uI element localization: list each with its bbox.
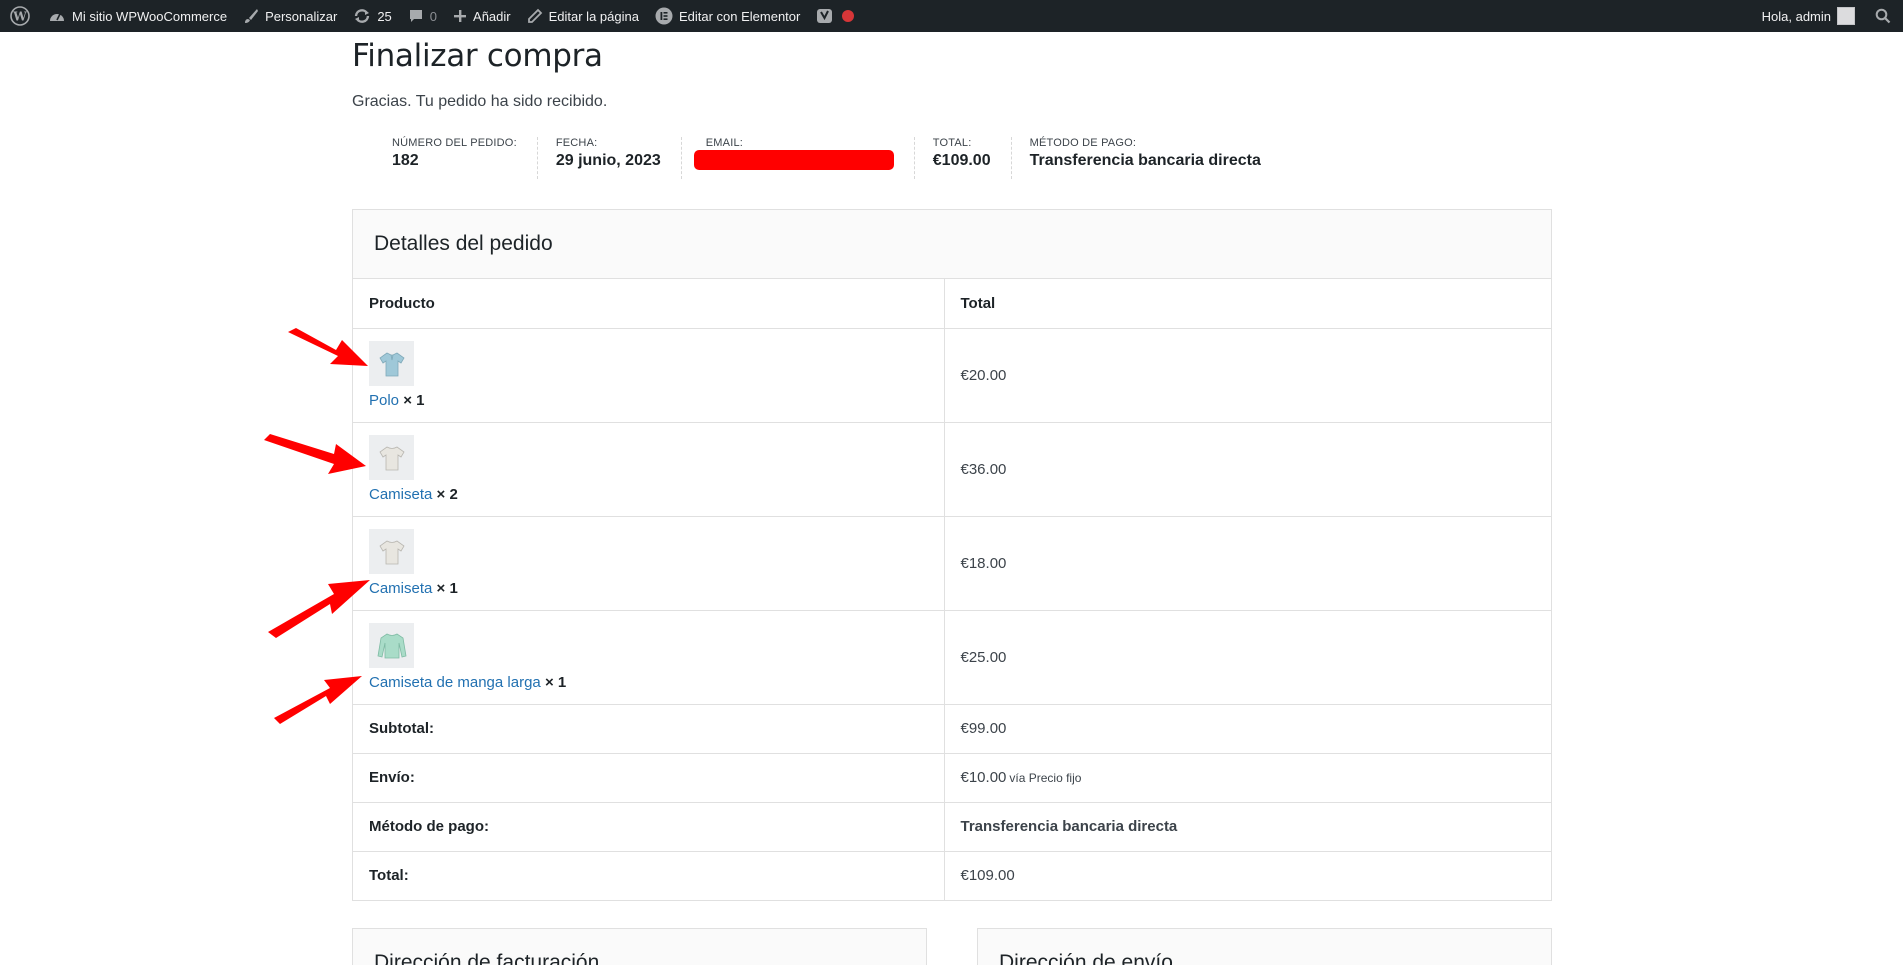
customize-label: Personalizar [265, 8, 338, 24]
overview-label: Fecha: [555, 137, 598, 150]
shipping-method-note: vía Precio fijo [1009, 771, 1082, 786]
admin-bar: W Mi sitio WPWooCommerce Personalizar 25 [0, 0, 1903, 32]
column-header-total: Total [944, 279, 1551, 329]
comment-icon [408, 8, 424, 24]
comments-count: 0 [429, 8, 438, 24]
overview-label: Email: [705, 137, 744, 150]
customize-link[interactable]: Personalizar [235, 0, 345, 32]
totals-row-subtotal: Subtotal: €99.00 [353, 704, 1551, 754]
totals-value: Transferencia bancaria directa [944, 802, 1551, 852]
greeting-label: Hola, admin [1761, 8, 1831, 24]
table-row: Polo × 1 €20.00 [353, 328, 1551, 423]
updates-link[interactable]: 25 [345, 0, 399, 32]
yoast-seo-menu[interactable] [808, 0, 862, 32]
overview-value: Transferencia bancaria directa [1029, 152, 1261, 170]
addresses-section: Dirección de facturación Dirección de en… [352, 928, 1552, 965]
order-details-table: Producto Total Polo × 1 €20.00 Camiseta … [353, 279, 1551, 901]
billing-address-heading: Dirección de facturación [352, 928, 927, 965]
wordpress-logo-button[interactable]: W [0, 0, 40, 32]
add-new-label: Añadir [473, 8, 511, 24]
edit-elementor-label: Editar con Elementor [678, 8, 801, 24]
product-link[interactable]: Camiseta [369, 486, 432, 503]
main-content: Finalizar compra Gracias. Tu pedido ha s… [352, 32, 1552, 902]
edit-page-link[interactable]: Editar la página [519, 0, 647, 32]
overview-label: Total: [932, 137, 972, 150]
svg-text:W: W [12, 10, 27, 24]
updates-count: 25 [377, 8, 392, 24]
page-title: Finalizar compra [352, 38, 603, 74]
annotation-arrow-icon [288, 328, 368, 366]
table-row: Camiseta de manga larga × 1 €25.00 [353, 610, 1551, 705]
totals-row-shipping: Envío: €10.00 vía Precio fijo [353, 753, 1551, 803]
shipping-address-heading: Dirección de envío [977, 928, 1552, 965]
overview-total: Total: €109.00 [915, 137, 1012, 180]
totals-label: Total: [353, 851, 945, 901]
overview-order-number: Número del pedido: 182 [374, 137, 538, 180]
totals-value: €99.00 [944, 704, 1551, 754]
site-name-menu[interactable]: Mi sitio WPWooCommerce [40, 0, 235, 32]
totals-label: Envío: [353, 753, 945, 803]
email-redaction [693, 149, 894, 175]
table-row: Camiseta × 1 €18.00 [353, 516, 1551, 611]
annotation-arrow-icon [264, 434, 366, 474]
product-quantity: × 1 [403, 392, 425, 410]
totals-value: €109.00 [960, 867, 1015, 885]
overview-value: 182 [392, 152, 419, 170]
totals-row-total: Total: €109.00 [353, 851, 1551, 901]
order-received-notice: Gracias. Tu pedido ha sido recibido. [352, 93, 608, 111]
order-details-heading: Detalles del pedido [353, 210, 1551, 280]
site-name-label: Mi sitio WPWooCommerce [72, 8, 228, 24]
product-quantity: × 1 [436, 580, 458, 598]
overview-label: Número del pedido: [392, 137, 517, 150]
plus-icon [453, 9, 467, 23]
edit-page-label: Editar la página [548, 8, 639, 24]
pencil-icon [527, 8, 543, 24]
product-total: €36.00 [944, 422, 1551, 517]
tshirt-icon[interactable] [369, 529, 414, 575]
updates-icon [353, 8, 371, 24]
order-details: Detalles del pedido Producto Total Polo … [352, 209, 1552, 902]
product-link[interactable]: Camiseta de manga larga [369, 674, 541, 691]
edit-elementor-link[interactable]: Editar con Elementor [647, 0, 808, 32]
paintbrush-icon [243, 8, 259, 24]
column-header-product: Producto [353, 279, 945, 329]
product-quantity: × 2 [436, 486, 458, 504]
totals-label: Subtotal: [353, 704, 945, 754]
search-button[interactable] [1863, 0, 1903, 32]
overview-value: €109.00 [932, 152, 991, 170]
seo-score-dot [842, 10, 855, 22]
overview-date: Fecha: 29 junio, 2023 [538, 137, 682, 180]
add-new-menu[interactable]: Añadir [445, 0, 519, 32]
dashboard-icon [48, 8, 66, 24]
yoast-icon [816, 7, 834, 25]
overview-label: Método de pago: [1029, 137, 1137, 150]
comments-link[interactable]: 0 [400, 0, 445, 32]
my-account-menu[interactable]: Hola, admin [1754, 0, 1863, 32]
tshirt-icon[interactable] [369, 435, 414, 481]
totals-row-payment-method: Método de pago: Transferencia bancaria d… [353, 802, 1551, 852]
product-quantity: × 1 [544, 674, 567, 692]
wordpress-icon: W [10, 6, 30, 26]
overview-payment-method: Método de pago: Transferencia bancaria d… [1012, 137, 1281, 179]
product-link[interactable]: Polo [369, 392, 399, 409]
overview-email: Email: [682, 137, 915, 180]
annotation-arrow-icon [268, 580, 370, 638]
search-icon [1875, 8, 1891, 24]
table-row: Camiseta × 2 €36.00 [353, 422, 1551, 517]
product-total: €25.00 [944, 610, 1551, 705]
annotation-arrow-icon [274, 676, 362, 724]
order-overview: Número del pedido: 182 Fecha: 29 junio, … [374, 137, 1552, 180]
product-total: €18.00 [944, 516, 1551, 611]
avatar [1837, 7, 1855, 25]
totals-value: €10.00 [960, 769, 1007, 787]
elementor-icon [655, 7, 673, 25]
totals-label: Método de pago: [353, 802, 945, 852]
overview-value: 29 junio, 2023 [555, 152, 661, 170]
product-total: €20.00 [944, 328, 1551, 423]
